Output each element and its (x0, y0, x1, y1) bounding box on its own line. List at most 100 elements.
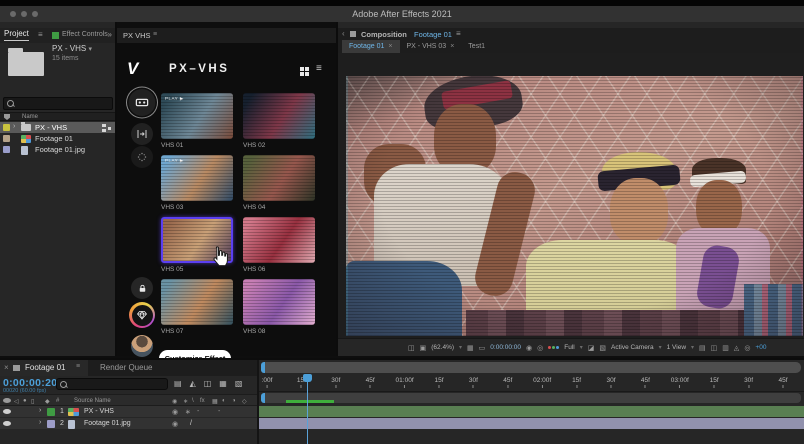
playhead-line[interactable] (307, 374, 308, 444)
eye-column-icon[interactable] (3, 398, 11, 405)
viewer-tab[interactable]: PX - VHS 03× (400, 40, 462, 53)
lock-column-icon[interactable]: ▯ (31, 398, 34, 405)
twirl-icon[interactable]: › (39, 407, 41, 414)
effect-thumbnail[interactable] (243, 93, 315, 139)
close-icon[interactable]: × (450, 43, 454, 50)
flowchart-icon[interactable]: ◬ (734, 344, 739, 352)
close-icon[interactable]: × (388, 43, 392, 50)
panel-menu-icon[interactable]: ≡ (456, 29, 461, 38)
composition-name[interactable]: Footage 01 (414, 30, 452, 39)
time-navigator-start-handle[interactable] (261, 362, 265, 373)
vhs-effects-category-button[interactable] (129, 89, 156, 116)
work-area-start-handle[interactable] (261, 393, 265, 403)
composition-tab-label[interactable]: Composition (361, 30, 407, 39)
project-row[interactable]: Footage 01.jpg (0, 144, 115, 155)
project-search-input[interactable] (3, 97, 113, 110)
region-of-interest-icon[interactable]: ▭ (479, 344, 486, 352)
grid-guides-icon[interactable]: ▤ (699, 344, 706, 352)
chevron-left-icon[interactable]: ‹ (342, 29, 345, 38)
pixel-aspect-icon[interactable]: ◫ (711, 344, 718, 352)
premium-button[interactable] (129, 302, 155, 328)
effect-thumbnail[interactable]: PLAY ▶ (161, 93, 233, 139)
composition-image[interactable] (346, 76, 803, 336)
transparency-grid-icon[interactable]: ▧ (599, 344, 606, 352)
project-row[interactable]: Footage 01 (0, 133, 115, 144)
adjustment-switch-icon[interactable]: ◑ (232, 398, 236, 404)
layer-row[interactable]: ›1PX - VHS◉∗-- (0, 406, 257, 418)
timeline-tab-active[interactable]: × Footage 01 ≡ (0, 360, 88, 376)
quality-switch-icon[interactable]: \ (192, 398, 194, 404)
effect-thumbnail[interactable]: PLAY ▶ (161, 155, 233, 201)
timeline-button-icon[interactable]: ▥ (722, 344, 729, 352)
solo-column-icon[interactable]: ● (23, 398, 27, 404)
viewer-tab[interactable]: Footage 01× (342, 40, 400, 53)
composition-viewer[interactable] (338, 53, 804, 338)
visibility-eye-icon[interactable] (3, 421, 11, 426)
shy-switch-icon[interactable]: ◉ (172, 420, 178, 428)
label-column-icon[interactable] (4, 114, 10, 120)
chevron-down-icon[interactable]: ▾ (691, 344, 694, 351)
fx-switch-icon[interactable]: fx (200, 398, 205, 404)
name-column-header[interactable]: Name (22, 114, 38, 120)
snapshot-icon[interactable]: ◫ (408, 344, 415, 352)
camera-view-select[interactable]: Active Camera (611, 344, 654, 351)
show-last-snapshot-icon[interactable]: ◎ (537, 344, 543, 352)
chevron-down-icon[interactable]: ▾ (659, 344, 662, 351)
exposure-gear-icon[interactable]: ◎ (744, 344, 750, 352)
close-icon[interactable]: × (4, 363, 9, 372)
audio-column-icon[interactable]: ◁ (14, 398, 19, 405)
collapse-switch-icon[interactable]: ∗ (185, 408, 191, 416)
quality-switch-icon[interactable]: - (197, 408, 199, 415)
label-color-swatch[interactable] (47, 408, 55, 416)
account-avatar[interactable] (131, 335, 153, 357)
effect-thumbnail[interactable] (243, 217, 315, 263)
label-column-icon[interactable]: ◆ (45, 398, 50, 405)
composition-mini-flowchart-icon[interactable]: ▤ (174, 379, 182, 388)
magnification-value[interactable]: (62.4%) (431, 344, 454, 351)
source-name-column-header[interactable]: Source Name (74, 398, 111, 404)
tab-render-queue[interactable]: Render Queue (100, 363, 152, 372)
resolution-select[interactable]: Full (564, 344, 574, 351)
time-navigator-bar[interactable] (261, 362, 801, 373)
quality-switch-icon[interactable]: / (190, 420, 192, 427)
viewer-tab[interactable]: Test1 (461, 40, 492, 53)
effect-thumbnail[interactable] (161, 279, 233, 325)
layer-duration-bar[interactable] (259, 406, 804, 417)
label-color-swatch[interactable] (3, 135, 10, 142)
exposure-value[interactable]: +00 (755, 344, 766, 351)
layer-duration-bar[interactable] (259, 418, 804, 429)
shy-switch-icon[interactable]: ◉ (172, 398, 177, 405)
take-snapshot-icon[interactable]: ◉ (526, 344, 532, 352)
label-color-swatch[interactable] (47, 420, 55, 428)
time-ruler[interactable]: :00f15f30f45f01:00f15f30f45f02:00f15f30f… (259, 374, 804, 392)
effect-thumbnail[interactable] (243, 155, 315, 201)
hide-shy-layers-icon[interactable]: ◫ (204, 379, 212, 388)
grid-view-icon[interactable] (300, 67, 309, 76)
timeline-tab-label[interactable]: Footage 01 (25, 363, 65, 372)
effect-thumbnail[interactable] (243, 279, 315, 325)
number-column-header[interactable]: # (56, 398, 59, 404)
tab-project[interactable]: Project (4, 29, 29, 41)
pxvhs-menu-icon[interactable]: ≡ (316, 63, 322, 74)
show-channel-icon[interactable] (548, 346, 559, 349)
collapse-switch-icon[interactable]: ∗ (183, 398, 188, 405)
project-row[interactable]: ›PX - VHS (0, 122, 115, 133)
tab-overflow-icon[interactable]: » (108, 30, 112, 39)
safe-margins-icon[interactable]: ▦ (467, 344, 474, 352)
transitions-category-button[interactable] (131, 123, 153, 145)
visibility-eye-icon[interactable] (3, 409, 11, 414)
twirl-icon[interactable]: › (13, 123, 15, 130)
view-layout-select[interactable]: 1 View (667, 344, 686, 351)
locked-content-button[interactable] (131, 277, 153, 299)
work-area-bar[interactable] (261, 393, 801, 403)
label-color-swatch[interactable] (3, 124, 10, 131)
panel-menu-icon[interactable]: ≡ (38, 30, 43, 39)
tab-pxvhs[interactable]: PX VHS (123, 31, 151, 40)
layer-row[interactable]: ›2Footage 01.jpg◉/ (0, 418, 257, 430)
threed-switch-icon[interactable]: ◇ (242, 398, 247, 405)
shy-switch-icon[interactable]: ◉ (172, 408, 178, 416)
chevron-down-icon[interactable]: ▾ (580, 344, 583, 351)
panel-menu-icon[interactable]: ≡ (153, 31, 157, 38)
effects-sparkle-category-button[interactable] (131, 146, 153, 168)
tab-effect-controls[interactable]: Effect Controls (62, 31, 108, 38)
